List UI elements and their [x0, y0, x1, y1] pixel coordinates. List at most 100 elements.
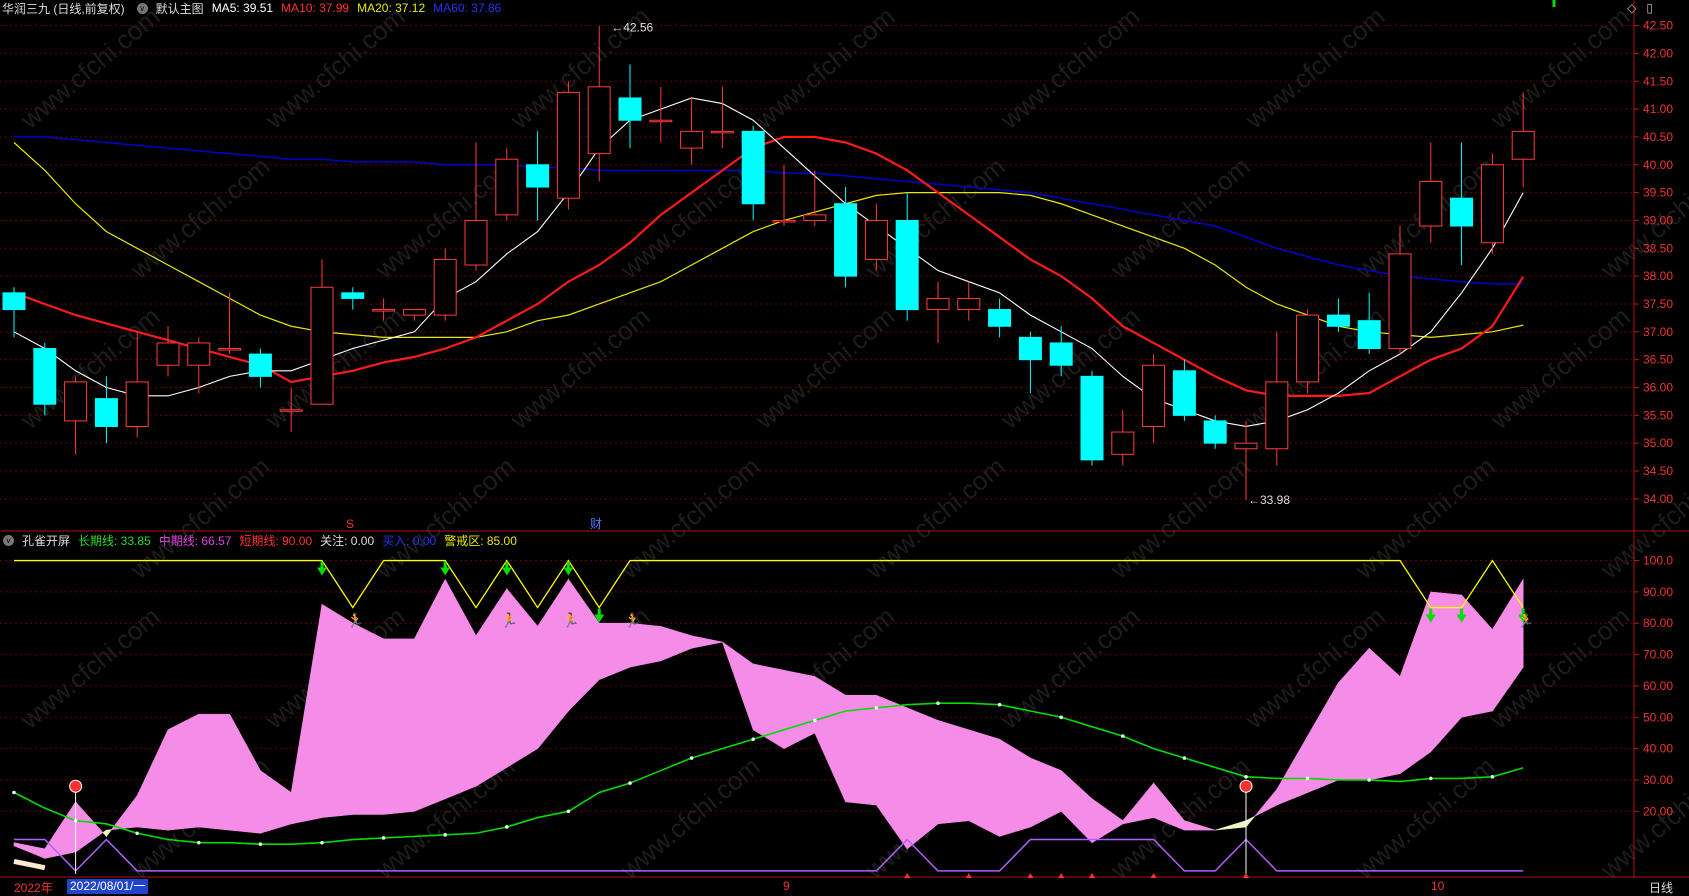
long-dot [813, 718, 817, 723]
selected-date[interactable]: 2022/08/01/一 [67, 879, 149, 894]
toggle-icon[interactable]: v [136, 2, 148, 14]
diamond-icon[interactable]: ◇ [1627, 1, 1636, 15]
pink-band [1338, 647, 1370, 781]
candle [526, 131, 550, 221]
pink-band [937, 719, 970, 825]
watermark-text: www.cfchi.com [1594, 751, 1689, 885]
watermark-text: www.cfchi.com [14, 1, 166, 135]
candle [248, 348, 272, 388]
pink-fill-layer [13, 578, 1524, 859]
candle [895, 192, 919, 321]
pink-band [999, 738, 1031, 837]
down-arrow-stem [505, 561, 509, 569]
toggle-icon[interactable]: v [3, 534, 14, 546]
candle-body [372, 309, 396, 312]
mid-label: 中期线: 66.57 [158, 533, 232, 548]
chart-canvas[interactable]: www.cfchi.com www.cfchi.com www.cfchi.com w… [0, 0, 1689, 895]
candle [33, 342, 57, 416]
candle [680, 97, 704, 165]
low-label: ←33.98 [1248, 493, 1290, 507]
candle [1142, 354, 1166, 444]
runner-icon: 🏃 [347, 612, 364, 628]
y-tick-label: 40.50 [1643, 130, 1673, 144]
chart-name[interactable]: 默认主图 [156, 0, 204, 17]
pink-band [75, 801, 104, 853]
candle-body [556, 91, 580, 199]
y-tick-label: 100.0 [1643, 554, 1673, 568]
y-tick-label: 80.00 [1643, 616, 1673, 630]
long-dot [751, 737, 755, 742]
long-dot [12, 790, 16, 795]
candle [1480, 153, 1504, 254]
candle [94, 376, 118, 444]
pink-band [1276, 734, 1308, 806]
down-arrow-stem [1460, 608, 1464, 616]
y-tick-label: 40.00 [1643, 158, 1673, 172]
candle [495, 148, 519, 221]
candle-body [1080, 375, 1104, 461]
long-dot [381, 836, 386, 840]
long-dot [1429, 776, 1433, 781]
candle-body [803, 214, 827, 221]
bottom-tick-icon [1027, 873, 1034, 878]
candle-body [218, 348, 242, 351]
y-tick-label: 38.00 [1643, 269, 1673, 283]
candle [618, 64, 642, 149]
runner-icon: 🏃 [624, 612, 641, 628]
pink-band [321, 603, 354, 818]
y-tick-label: 70.00 [1643, 648, 1673, 662]
y-tick-label: 39.00 [1643, 213, 1673, 227]
indicator-name[interactable]: 孔雀开屏 [22, 532, 70, 549]
candle-body [926, 297, 950, 311]
y-tick-label: 30.00 [1643, 773, 1673, 787]
candle-body [1419, 180, 1443, 227]
candle-body [649, 119, 673, 123]
start-stroke [13, 859, 46, 871]
pink-band [414, 579, 446, 812]
y-tick-label: 37.00 [1643, 325, 1673, 339]
y-axis-layer: 42.50 42.00 41.50 41.00 40.50 40.00 39.50 39.00… [1634, 19, 1673, 818]
down-arrow-stem [1552, 0, 1556, 7]
y-tick-label: 42.00 [1643, 46, 1673, 60]
down-arrow-icon [563, 567, 574, 576]
pink-band [167, 713, 200, 831]
long-label: 长期线: 33.85 [78, 533, 151, 548]
long-dot [874, 706, 879, 710]
watermark-text: www.cfchi.com [749, 1, 901, 135]
candle [1111, 409, 1135, 466]
candle [772, 164, 796, 227]
restore-icon[interactable]: ▯ [1646, 1, 1653, 15]
pink-band [968, 729, 1000, 837]
ma20-label: MA20: 37.12 [357, 1, 426, 15]
candle-body [1326, 314, 1350, 327]
candle-body [988, 309, 1012, 327]
long-dot [258, 842, 263, 847]
watermark-text: www.cfchi.com [124, 151, 276, 285]
pink-band [1091, 798, 1124, 844]
candle-body [310, 286, 334, 405]
y-tick-label: 35.00 [1643, 436, 1673, 450]
watermark-text: www.cfchi.com [1104, 151, 1256, 285]
candle-body [156, 342, 180, 366]
pink-band [1122, 782, 1154, 825]
watermark-text: www.cfchi.com [859, 151, 1011, 285]
candle-body [957, 297, 981, 311]
candle-body [1357, 320, 1381, 350]
marker-ball-icon [1239, 779, 1253, 793]
period-label[interactable]: 日线 [1649, 879, 1673, 896]
short-line [14, 559, 1524, 609]
long-dot [1059, 715, 1063, 720]
down-arrow-stem [320, 561, 324, 569]
candle-body [772, 219, 796, 223]
candle [1172, 359, 1196, 421]
candle-body [464, 219, 488, 266]
ma60-line [14, 136, 1524, 285]
ma5-label: MA5: 39.51 [211, 1, 274, 15]
runner-icon: 🏃 [562, 612, 579, 628]
candle-body [125, 381, 149, 427]
watermark-text: www.cfchi.com [259, 1, 411, 135]
pink-band [229, 713, 261, 834]
candle [556, 81, 580, 210]
stock-title[interactable]: 华润三九 (日线,前复权) [2, 0, 125, 17]
pink-band [1254, 788, 1278, 817]
